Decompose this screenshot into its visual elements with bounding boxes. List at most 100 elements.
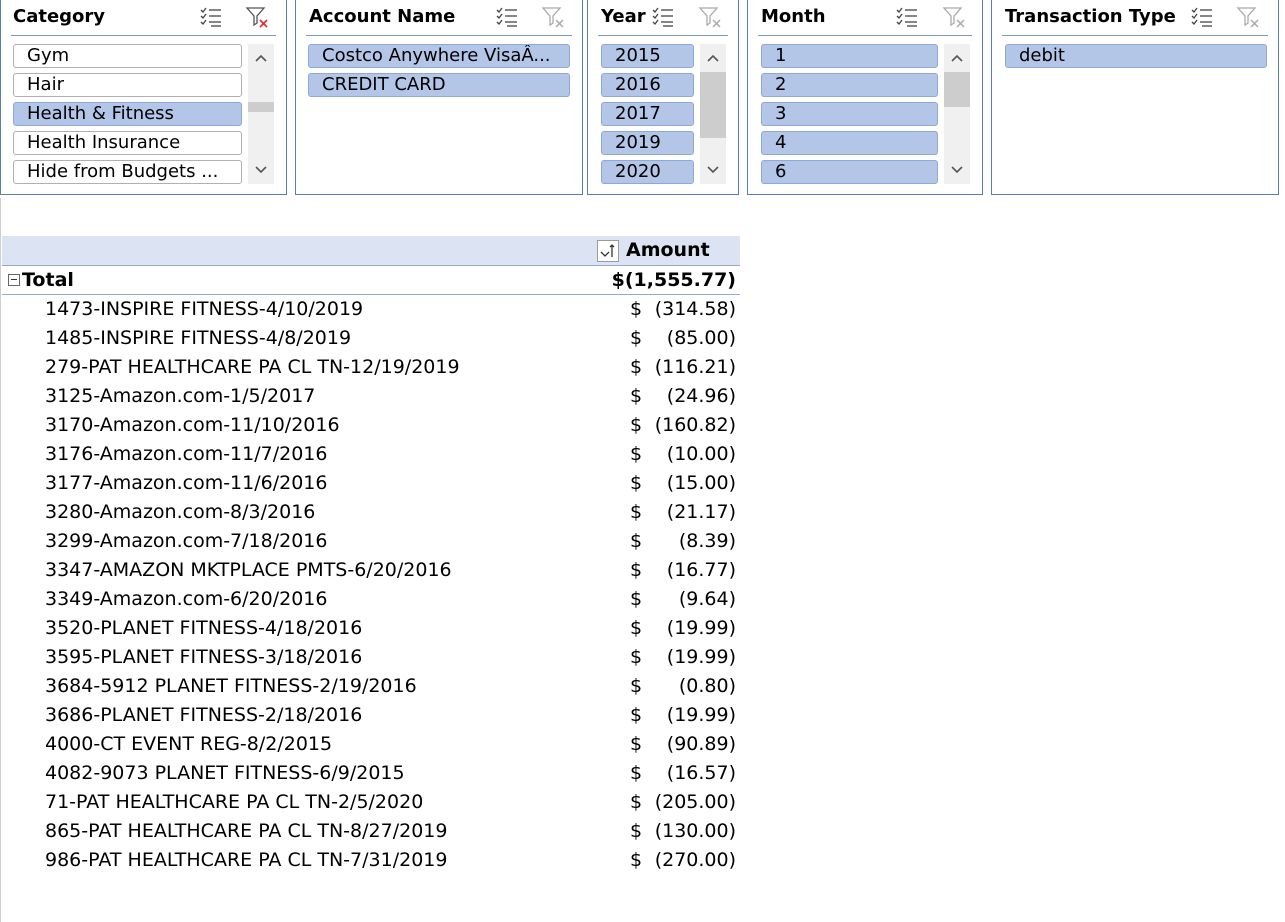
multi-select-icon[interactable] [495, 5, 519, 29]
table-row[interactable]: 986-PAT HEALTHCARE PA CL TN-7/31/2019 $ (2… [2, 847, 740, 876]
row-amount[interactable]: (16.57) [667, 762, 736, 784]
clear-filter-icon[interactable] [942, 5, 966, 29]
row-amount[interactable]: (116.21) [655, 356, 736, 378]
slicer-item-selected[interactable]: 3 [761, 102, 938, 126]
row-label[interactable]: 986-PAT HEALTHCARE PA CL TN-7/31/2019 [45, 849, 447, 871]
clear-filter-icon[interactable] [541, 5, 565, 29]
table-row[interactable]: 865-PAT HEALTHCARE PA CL TN-8/27/2019 $ (1… [2, 818, 740, 847]
table-row[interactable]: 1485-INSPIRE FITNESS-4/8/2019 $ (85.00) [2, 325, 740, 354]
amount-column-header[interactable]: Amount [626, 239, 710, 261]
slicer-item[interactable]: Health Insurance [13, 131, 242, 155]
slicer-item-selected[interactable]: 2016 [601, 73, 694, 97]
collapse-icon[interactable] [8, 274, 20, 286]
row-label[interactable]: 865-PAT HEALTHCARE PA CL TN-8/27/2019 [45, 820, 447, 842]
row-amount[interactable]: (205.00) [655, 791, 736, 813]
table-row[interactable]: 4082-9073 PLANET FITNESS-6/9/2015 $ (16.57… [2, 760, 740, 789]
row-label[interactable]: 3520-PLANET FITNESS-4/18/2016 [45, 617, 362, 639]
row-label[interactable]: 3125-Amazon.com-1/5/2017 [45, 385, 315, 407]
row-label[interactable]: 279-PAT HEALTHCARE PA CL TN-12/19/2019 [45, 356, 460, 378]
row-amount[interactable]: (85.00) [667, 327, 736, 349]
multi-select-icon[interactable] [1190, 5, 1214, 29]
row-amount[interactable]: (19.99) [667, 704, 736, 726]
multi-select-icon[interactable] [651, 5, 675, 29]
row-label[interactable]: 3349-Amazon.com-6/20/2016 [45, 588, 327, 610]
total-label[interactable]: Total [22, 269, 74, 291]
slicer-item-selected[interactable]: 2019 [601, 131, 694, 155]
table-row[interactable]: 4000-CT EVENT REG-8/2/2015 $ (90.89) [2, 731, 740, 760]
row-amount[interactable]: (270.00) [655, 849, 736, 871]
row-amount[interactable]: (15.00) [667, 472, 736, 494]
row-label[interactable]: 3347-AMAZON MKTPLACE PMTS-6/20/2016 [45, 559, 452, 581]
row-amount[interactable]: (160.82) [655, 414, 736, 436]
table-row[interactable]: 3125-Amazon.com-1/5/2017 $ (24.96) [2, 383, 740, 412]
row-amount[interactable]: (19.99) [667, 646, 736, 668]
row-amount[interactable]: (24.96) [667, 385, 736, 407]
table-row[interactable]: 3176-Amazon.com-11/7/2016 $ (10.00) [2, 441, 740, 470]
table-row[interactable]: 3595-PLANET FITNESS-3/18/2016 $ (19.99) [2, 644, 740, 673]
scroll-thumb[interactable] [248, 102, 274, 112]
row-label[interactable]: 1473-INSPIRE FITNESS-4/10/2019 [45, 298, 363, 320]
slicer-item-selected[interactable]: 6 [761, 160, 938, 184]
slicer-item-selected[interactable]: Costco Anywhere VisaÂ... [308, 44, 570, 68]
slicer-item-selected[interactable]: 1 [761, 44, 938, 68]
chevron-down-icon[interactable] [944, 158, 970, 182]
slicer-item[interactable]: Hair [13, 73, 242, 97]
slicer-item-selected[interactable]: Health & Fitness [13, 102, 242, 126]
multi-select-icon[interactable] [895, 5, 919, 29]
row-amount[interactable]: (9.64) [679, 588, 736, 610]
row-amount[interactable]: (130.00) [655, 820, 736, 842]
slicer-item[interactable]: Hide from Budgets ... [13, 160, 242, 184]
slicer-item-selected[interactable]: CREDIT CARD [308, 73, 570, 97]
slicer-item-selected[interactable]: 4 [761, 131, 938, 155]
table-row[interactable]: 3520-PLANET FITNESS-4/18/2016 $ (19.99) [2, 615, 740, 644]
slicer-item-selected[interactable]: debit [1005, 44, 1267, 68]
row-amount[interactable]: (314.58) [655, 298, 736, 320]
table-row[interactable]: 3177-Amazon.com-11/6/2016 $ (15.00) [2, 470, 740, 499]
table-row[interactable]: 3349-Amazon.com-6/20/2016 $ (9.64) [2, 586, 740, 615]
row-amount[interactable]: (19.99) [667, 617, 736, 639]
chevron-down-icon[interactable] [700, 158, 726, 182]
row-amount[interactable]: (10.00) [667, 443, 736, 465]
slicer-item-selected[interactable]: 2017 [601, 102, 694, 126]
row-label[interactable]: 3595-PLANET FITNESS-3/18/2016 [45, 646, 362, 668]
row-label[interactable]: 3170-Amazon.com-11/10/2016 [45, 414, 340, 436]
row-label[interactable]: 71-PAT HEALTHCARE PA CL TN-2/5/2020 [45, 791, 423, 813]
row-amount[interactable]: (8.39) [679, 530, 736, 552]
scroll-thumb[interactable] [700, 72, 726, 138]
sort-icon[interactable] [597, 240, 619, 262]
table-row[interactable]: 3686-PLANET FITNESS-2/18/2016 $ (19.99) [2, 702, 740, 731]
chevron-down-icon[interactable] [248, 158, 274, 182]
chevron-up-icon[interactable] [248, 46, 274, 70]
row-label[interactable]: 4000-CT EVENT REG-8/2/2015 [45, 733, 332, 755]
total-value[interactable]: $(1,555.77) [612, 269, 736, 291]
row-label[interactable]: 3176-Amazon.com-11/7/2016 [45, 443, 327, 465]
slicer-item-selected[interactable]: 2 [761, 73, 938, 97]
row-label[interactable]: 3684-5912 PLANET FITNESS-2/19/2016 [45, 675, 417, 697]
slicer-item[interactable]: Gym [13, 44, 242, 68]
multi-select-icon[interactable] [199, 5, 223, 29]
row-label[interactable]: 3280-Amazon.com-8/3/2016 [45, 501, 315, 523]
row-label[interactable]: 3686-PLANET FITNESS-2/18/2016 [45, 704, 362, 726]
row-label[interactable]: 1485-INSPIRE FITNESS-4/8/2019 [45, 327, 351, 349]
clear-filter-icon[interactable] [245, 5, 269, 29]
slicer-item-selected[interactable]: 2015 [601, 44, 694, 68]
row-label[interactable]: 3177-Amazon.com-11/6/2016 [45, 472, 327, 494]
chevron-up-icon[interactable] [944, 46, 970, 70]
slicer-scrollbar[interactable] [700, 44, 726, 184]
row-amount[interactable]: (0.80) [679, 675, 736, 697]
row-label[interactable]: 4082-9073 PLANET FITNESS-6/9/2015 [45, 762, 405, 784]
table-row[interactable]: 3684-5912 PLANET FITNESS-2/19/2016 $ (0.80… [2, 673, 740, 702]
slicer-item-selected[interactable]: 2020 [601, 160, 694, 184]
slicer-scrollbar[interactable] [944, 44, 970, 184]
slicer-scrollbar[interactable] [248, 44, 274, 184]
table-row[interactable]: 279-PAT HEALTHCARE PA CL TN-12/19/2019 $ (… [2, 354, 740, 383]
row-amount[interactable]: (16.77) [667, 559, 736, 581]
table-row[interactable]: 71-PAT HEALTHCARE PA CL TN-2/5/2020 $ (205… [2, 789, 740, 818]
clear-filter-icon[interactable] [698, 5, 722, 29]
clear-filter-icon[interactable] [1236, 5, 1260, 29]
scroll-thumb[interactable] [944, 72, 970, 107]
row-amount[interactable]: (90.89) [667, 733, 736, 755]
table-row[interactable]: 1473-INSPIRE FITNESS-4/10/2019 $ (314.58) [2, 296, 740, 325]
table-row[interactable]: 3299-Amazon.com-7/18/2016 $ (8.39) [2, 528, 740, 557]
row-label[interactable]: 3299-Amazon.com-7/18/2016 [45, 530, 327, 552]
